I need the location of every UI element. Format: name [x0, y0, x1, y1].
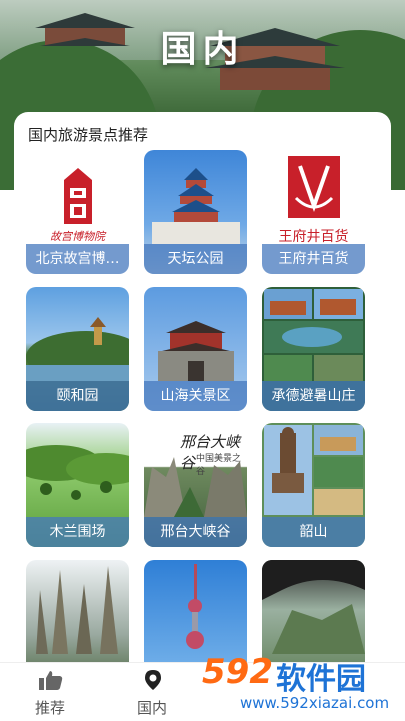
- tile-temple-of-heaven[interactable]: 天坛公园: [144, 150, 247, 274]
- watermark-number: 592: [202, 652, 273, 692]
- watermark: 592 软件园 www.592xiazai.com: [196, 646, 405, 720]
- mulan-paddock-image: [26, 445, 129, 500]
- tile-mulan-paddock[interactable]: 木兰围场: [26, 423, 129, 547]
- tile-chengde[interactable]: 承德避暑山庄: [262, 287, 365, 411]
- chengde-collage: [264, 289, 363, 381]
- cave-landscape-image: [262, 560, 365, 654]
- location-pin-icon: [145, 670, 161, 690]
- tab-domestic-label: 国内: [136, 699, 167, 717]
- shanhaiguan-image: [158, 321, 234, 381]
- watermark-url: www.592xiazai.com: [240, 694, 390, 712]
- recommend-card: 国内旅游景点推荐 故宫博物院 北京故宫博… 天坛公园 王府井百货 王府井百货 颐…: [14, 112, 391, 692]
- tile-xingtai-canyon[interactable]: 邢台大峡谷 中国美景之谷 邢台大峡谷: [144, 423, 247, 547]
- tile-label: 邢台大峡谷: [144, 517, 247, 547]
- page-title: 国内: [160, 29, 245, 70]
- watermark-name: 软件园: [276, 662, 366, 697]
- tile-shanhaiguan[interactable]: 山海关景区: [144, 287, 247, 411]
- summer-palace-image: [26, 317, 129, 381]
- tab-recommend-label: 推荐: [34, 699, 65, 717]
- tile-label: 承德避暑山庄: [262, 381, 365, 411]
- tile-label: 颐和园: [26, 381, 129, 411]
- tile-palace-museum[interactable]: 故宫博物院 北京故宫博…: [26, 150, 129, 274]
- tab-domestic[interactable]: 国内: [102, 663, 202, 721]
- tile-wangfujing[interactable]: 王府井百货 王府井百货: [262, 150, 365, 274]
- tile-label: 北京故宫博…: [26, 244, 129, 274]
- tile-summer-palace[interactable]: 颐和园: [26, 287, 129, 411]
- palace-museum-logo-text: 故宫博物院: [50, 230, 105, 243]
- wangfujing-logo-text: 王府井百货: [278, 229, 349, 245]
- zhangjiajie-image: [36, 566, 118, 654]
- thumbs-up-icon: [39, 671, 63, 690]
- tile-shaoshan[interactable]: 韶山: [262, 423, 365, 547]
- tile-label: 天坛公园: [144, 244, 247, 274]
- tile-label: 王府井百货: [262, 244, 365, 274]
- temple-of-heaven-image: [152, 168, 240, 244]
- tile-label: 山海关景区: [144, 381, 247, 411]
- xingtai-cliffs-image: [144, 457, 247, 517]
- wangfujing-logo: [288, 156, 340, 218]
- oriental-pearl-image: [186, 564, 204, 649]
- tile-label: 木兰围场: [26, 517, 129, 547]
- tab-recommend[interactable]: 推荐: [0, 663, 100, 721]
- shaoshan-collage: [264, 425, 363, 515]
- tile-label: 韶山: [262, 517, 365, 547]
- section-title: 国内旅游景点推荐: [28, 126, 149, 144]
